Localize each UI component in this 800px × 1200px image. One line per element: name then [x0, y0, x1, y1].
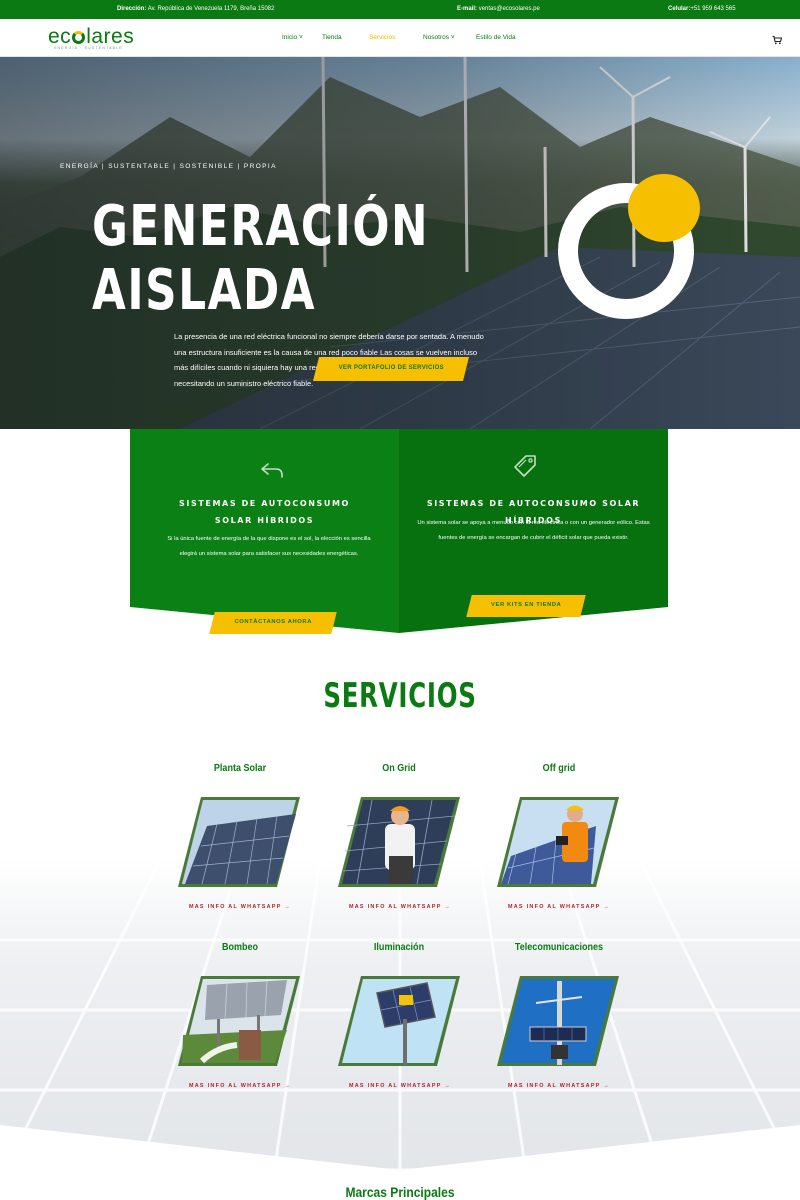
whatsapp-link-telecomunicaciones[interactable]: MAS INFO AL WHATSAPP → [479, 1083, 639, 1089]
address-info: Dirección: Av. República de Venezuela 11… [117, 6, 274, 12]
address-value: Av. República de Venezuela 1179, Breña 1… [147, 6, 275, 12]
top-bar: Dirección: Av. República de Venezuela 11… [0, 0, 800, 19]
logo-subtitle: ENERGÍA · SUSTENTABLE [54, 46, 123, 50]
tag-icon [514, 455, 536, 477]
card-right-text: Un sistema solar se apoya a menudo con l… [417, 520, 650, 541]
email-info[interactable]: E-mail: ventas@ecosolares.pe [457, 6, 540, 12]
card-left-title-line1: SISTEMAS DE AUTOCONSUMO [179, 499, 350, 508]
decorative-yellow-circle [628, 174, 700, 242]
feature-cards: SISTEMAS DE AUTOCONSUMO SOLAR HÍBRIDOS S… [130, 429, 668, 634]
nav-nosotros[interactable]: Nosotros ˅ [423, 34, 455, 41]
water-pump-image[interactable] [177, 975, 301, 1067]
shop-kits-button-label: VER KITS EN TIENDA [491, 602, 562, 608]
nav-estilo-de-vida[interactable]: Estilo de Vida [476, 34, 516, 41]
email-value[interactable]: ventas@ecosolares.pe [479, 6, 540, 12]
nav-servicios[interactable]: Servicios [369, 34, 395, 41]
nav-tienda[interactable]: Tienda [322, 34, 342, 41]
card-hibridos: SISTEMAS DE AUTOCONSUMO SOLAR HÍBRIDOS U… [399, 429, 668, 629]
email-label: E-mail: [457, 6, 478, 12]
chevron-down-icon: ˅ [450, 34, 455, 41]
site-header: ec lares ENERGÍA · SUSTENTABLE Inicio ˅ T… [0, 19, 800, 57]
service-title-iluminacion: Iluminación [373, 941, 425, 953]
card-autoconsumo: SISTEMAS DE AUTOCONSUMO SOLAR HÍBRIDOS S… [130, 429, 399, 634]
phone-label: Celular: [668, 6, 691, 12]
whatsapp-link-off-grid[interactable]: MAS INFO AL WHATSAPP → [479, 904, 639, 910]
solar-streetlight-image[interactable] [337, 975, 461, 1067]
cart-icon[interactable] [772, 35, 782, 45]
services-title: SERVICIOS [323, 676, 477, 716]
logo-text-start: ec [48, 25, 72, 48]
telecom-pole-image[interactable] [496, 975, 620, 1067]
reply-arrow-icon [261, 463, 283, 478]
nav-nosotros-label: Nosotros [423, 34, 450, 41]
nav-inicio[interactable]: Inicio ˅ [282, 34, 303, 41]
shop-kits-button[interactable]: VER KITS EN TIENDA [466, 595, 586, 617]
brands-title: Marcas Principales [345, 1184, 455, 1200]
engineer-tablet-image[interactable] [496, 796, 620, 888]
card-left-title-line2: SOLAR HÍBRIDOS [214, 516, 315, 525]
contact-button-label: CONTÁCTANOS AHORA [234, 619, 312, 625]
phone-value[interactable]: +51 959 643 565 [690, 6, 735, 12]
solar-plant-image[interactable] [177, 796, 301, 888]
whatsapp-link-bombeo[interactable]: MAS INFO AL WHATSAPP → [160, 1083, 320, 1089]
whatsapp-link-iluminacion[interactable]: MAS INFO AL WHATSAPP → [320, 1083, 480, 1089]
service-title-planta-solar: Planta Solar [213, 762, 267, 774]
chevron-down-icon: ˅ [299, 34, 303, 41]
portfolio-button[interactable]: VER PORTAFOLIO DE SERVICIOS [313, 357, 469, 381]
hero-title: GENERACIÓN AISLADA [92, 194, 430, 323]
service-title-bombeo: Bombeo [221, 941, 259, 953]
hero-tagline: ENERGÍA | SUSTENTABLE | SOSTENIBLE | PRO… [60, 163, 277, 170]
card-left-text: Si la única fuente de energía de la que … [167, 536, 371, 557]
address-label: Dirección: [117, 6, 147, 12]
hero-title-line2: AISLADA [92, 258, 317, 323]
phone-info[interactable]: Celular:+51 959 643 565 [668, 6, 736, 12]
hero-title-line1: GENERACIÓN [92, 194, 430, 259]
service-title-on-grid: On Grid [382, 762, 416, 774]
logo-o-icon [72, 31, 86, 44]
whatsapp-link-planta-solar[interactable]: MAS INFO AL WHATSAPP → [160, 904, 320, 910]
technician-panels-image[interactable] [337, 796, 461, 888]
card-left-title: SISTEMAS DE AUTOCONSUMO SOLAR HÍBRIDOS [130, 495, 399, 529]
logo-text-end: lares [86, 25, 135, 48]
contact-button[interactable]: CONTÁCTANOS AHORA [209, 612, 337, 634]
whatsapp-link-on-grid[interactable]: MAS INFO AL WHATSAPP → [320, 904, 480, 910]
portfolio-button-label: VER PORTAFOLIO DE SERVICIOS [338, 365, 444, 371]
service-title-telecomunicaciones: Telecomunicaciones [514, 941, 604, 953]
nav-inicio-label: Inicio [282, 34, 298, 41]
service-title-off-grid: Off grid [542, 762, 576, 774]
